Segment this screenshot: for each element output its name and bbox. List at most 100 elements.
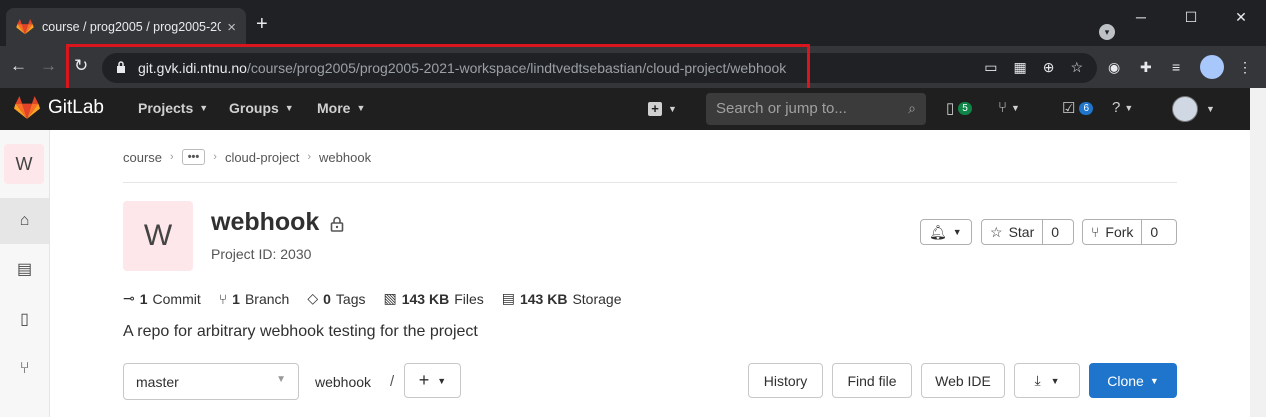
browser-tab[interactable]: course / prog2005 / prog2005-20 × xyxy=(6,8,246,46)
path-separator: / xyxy=(390,373,395,390)
breadcrumb-webhook[interactable]: webhook xyxy=(319,150,371,165)
chevron-right-icon: › xyxy=(213,151,217,163)
qr-code-icon[interactable]: ▦ xyxy=(1013,59,1026,76)
back-arrow-icon[interactable]: ← xyxy=(10,56,27,76)
maximize-button[interactable]: ☐ xyxy=(1166,0,1216,34)
document-icon: ▤ xyxy=(16,261,33,278)
zoom-icon[interactable]: ⊕ xyxy=(1043,59,1055,76)
chevron-down-icon: ▼ xyxy=(1124,102,1134,113)
close-window-button[interactable]: ✕ xyxy=(1216,0,1266,34)
breadcrumb: course › ••• › cloud-project › webhook xyxy=(123,149,371,165)
branches-stat[interactable]: ⑂ 1 Branch xyxy=(219,291,290,307)
chevron-down-icon: ▼ xyxy=(668,104,677,114)
search-input[interactable]: Search or jump to... ⌕ xyxy=(706,93,926,125)
clone-button[interactable]: Clone ▼ xyxy=(1089,363,1177,398)
project-avatar: W xyxy=(123,201,193,271)
commits-stat[interactable]: ⊸ 1 Commit xyxy=(123,290,201,307)
extensions-puzzle-icon[interactable]: ✚ xyxy=(1140,59,1152,76)
star-icon: ☆ xyxy=(990,223,1003,240)
find-file-button[interactable]: Find file xyxy=(832,363,912,398)
breadcrumb-course[interactable]: course xyxy=(123,150,162,165)
project-sidebar: W ⌂ ▤ ▯ ⑂ xyxy=(0,130,50,417)
tab-close-icon[interactable]: × xyxy=(227,19,236,36)
projects-menu[interactable]: Projects ▼ xyxy=(138,100,208,116)
home-icon: ⌂ xyxy=(19,212,30,229)
fork-button[interactable]: ⑂ Fork 0 xyxy=(1082,219,1177,245)
branch-icon: ⑂ xyxy=(218,290,228,307)
cast-icon[interactable]: ▭ xyxy=(984,59,997,76)
plus-icon: + xyxy=(418,370,430,390)
issues-button[interactable]: ▯ 5 xyxy=(946,99,972,117)
todos-button[interactable]: ☑ 6 xyxy=(1062,99,1094,117)
extension-icon[interactable]: ◉ xyxy=(1108,59,1120,76)
sidebar-item-merge-requests[interactable]: ⑂ xyxy=(0,346,49,392)
chevron-down-icon: ▼ xyxy=(356,103,366,113)
files-stat[interactable]: ▧ 143 KB Files xyxy=(383,290,483,307)
new-item-dropdown[interactable]: + ▼ xyxy=(648,98,682,120)
project-id: Project ID: 2030 xyxy=(211,246,312,262)
minimize-button[interactable]: ─ xyxy=(1116,0,1166,34)
sidebar-item-issues[interactable]: ▯ xyxy=(0,296,49,342)
add-to-tree-dropdown[interactable]: + ▼ xyxy=(404,363,461,398)
fork-icon: ⑂ xyxy=(1091,224,1100,240)
branch-selector[interactable]: master ▼ xyxy=(123,363,299,400)
chevron-right-icon: › xyxy=(307,151,312,163)
gitlab-logo[interactable]: GitLab xyxy=(14,96,104,120)
forward-arrow-icon[interactable]: → xyxy=(40,56,57,76)
web-ide-button[interactable]: Web IDE xyxy=(921,363,1005,398)
reading-list-icon[interactable]: ≡ xyxy=(1172,59,1180,75)
star-button[interactable]: ☆ Star 0 xyxy=(981,219,1074,245)
browser-profile-avatar[interactable] xyxy=(1200,55,1224,79)
more-menu[interactable]: More ▼ xyxy=(317,100,365,116)
search-icon: ⌕ xyxy=(908,100,916,116)
notification-dropdown[interactable]: 🔔︎ ▼ xyxy=(920,219,972,245)
browser-menu-icon[interactable]: ⋮ xyxy=(1238,59,1252,76)
breadcrumb-expand-button[interactable]: ••• xyxy=(181,149,206,165)
project-stats: ⊸ 1 Commit ⑂ 1 Branch ◇ 0 Tags ▧ 143 KB Files ▤ 1… xyxy=(123,290,622,307)
gitlab-tanuki-icon xyxy=(14,96,40,119)
storage-stat[interactable]: ▤ 143 KB Storage xyxy=(502,290,622,307)
breadcrumb-cloud-project[interactable]: cloud-project xyxy=(225,150,299,165)
browser-tab-bar: course / prog2005 / prog2005-20 × + ▾ ─ … xyxy=(0,0,1266,46)
user-avatar[interactable] xyxy=(1172,96,1198,122)
fork-count[interactable]: 0 xyxy=(1141,220,1166,244)
merge-requests-button[interactable]: ⑂ ▼ xyxy=(998,99,1020,116)
new-tab-button[interactable]: + xyxy=(256,14,268,34)
commit-icon: ⊸ xyxy=(123,290,135,306)
gitlab-top-nav: GitLab Projects ▼ Groups ▼ More ▼ + ▼ Search… xyxy=(0,88,1250,130)
chevron-down-icon: ▼ xyxy=(1011,102,1020,113)
chevron-down-icon: ▼ xyxy=(276,374,286,385)
sidebar-project-avatar[interactable]: W xyxy=(4,144,44,184)
repo-path-root[interactable]: webhook xyxy=(315,374,371,390)
chevron-down-icon: ▼ xyxy=(952,227,962,237)
project-title: webhook xyxy=(211,208,320,236)
project-description: A repo for arbitrary webhook testing for… xyxy=(123,323,478,340)
issues-icon: ▯ xyxy=(946,100,955,117)
chevron-down-icon: ▼ xyxy=(284,103,294,113)
download-dropdown[interactable]: ⤓ ▼ xyxy=(1014,363,1080,398)
window-controls: ─ ☐ ✕ xyxy=(1116,0,1266,34)
history-button[interactable]: History xyxy=(748,363,823,398)
tab-title: course / prog2005 / prog2005-20 xyxy=(42,20,222,34)
tab-search-icon[interactable]: ▾ xyxy=(1099,24,1115,40)
chevron-down-icon: ▼ xyxy=(1050,375,1060,386)
groups-menu[interactable]: Groups ▼ xyxy=(229,100,294,116)
chevron-down-icon: ▼ xyxy=(199,103,209,113)
chevron-down-icon: ▼ xyxy=(1149,375,1159,386)
plus-square-icon: + xyxy=(648,102,662,116)
bookmark-star-icon[interactable]: ☆ xyxy=(1070,59,1083,76)
bell-icon: 🔔︎ xyxy=(929,223,947,240)
sidebar-item-repository[interactable]: ▤ xyxy=(0,246,49,292)
chevron-down-icon[interactable]: ▼ xyxy=(1206,104,1215,114)
storage-icon: ▤ xyxy=(501,290,515,306)
chevron-right-icon: › xyxy=(170,151,174,163)
highlight-annotation-box xyxy=(66,44,810,92)
chevron-down-icon: ▼ xyxy=(437,375,447,386)
help-button[interactable]: ? ▼ xyxy=(1112,99,1133,116)
private-lock-icon xyxy=(330,216,344,232)
star-count[interactable]: 0 xyxy=(1042,220,1067,244)
issues-icon: ▯ xyxy=(20,311,29,328)
page-scrollbar[interactable] xyxy=(1250,88,1266,417)
sidebar-item-project-overview[interactable]: ⌂ xyxy=(0,198,49,244)
tags-stat[interactable]: ◇ 0 Tags xyxy=(307,290,365,307)
